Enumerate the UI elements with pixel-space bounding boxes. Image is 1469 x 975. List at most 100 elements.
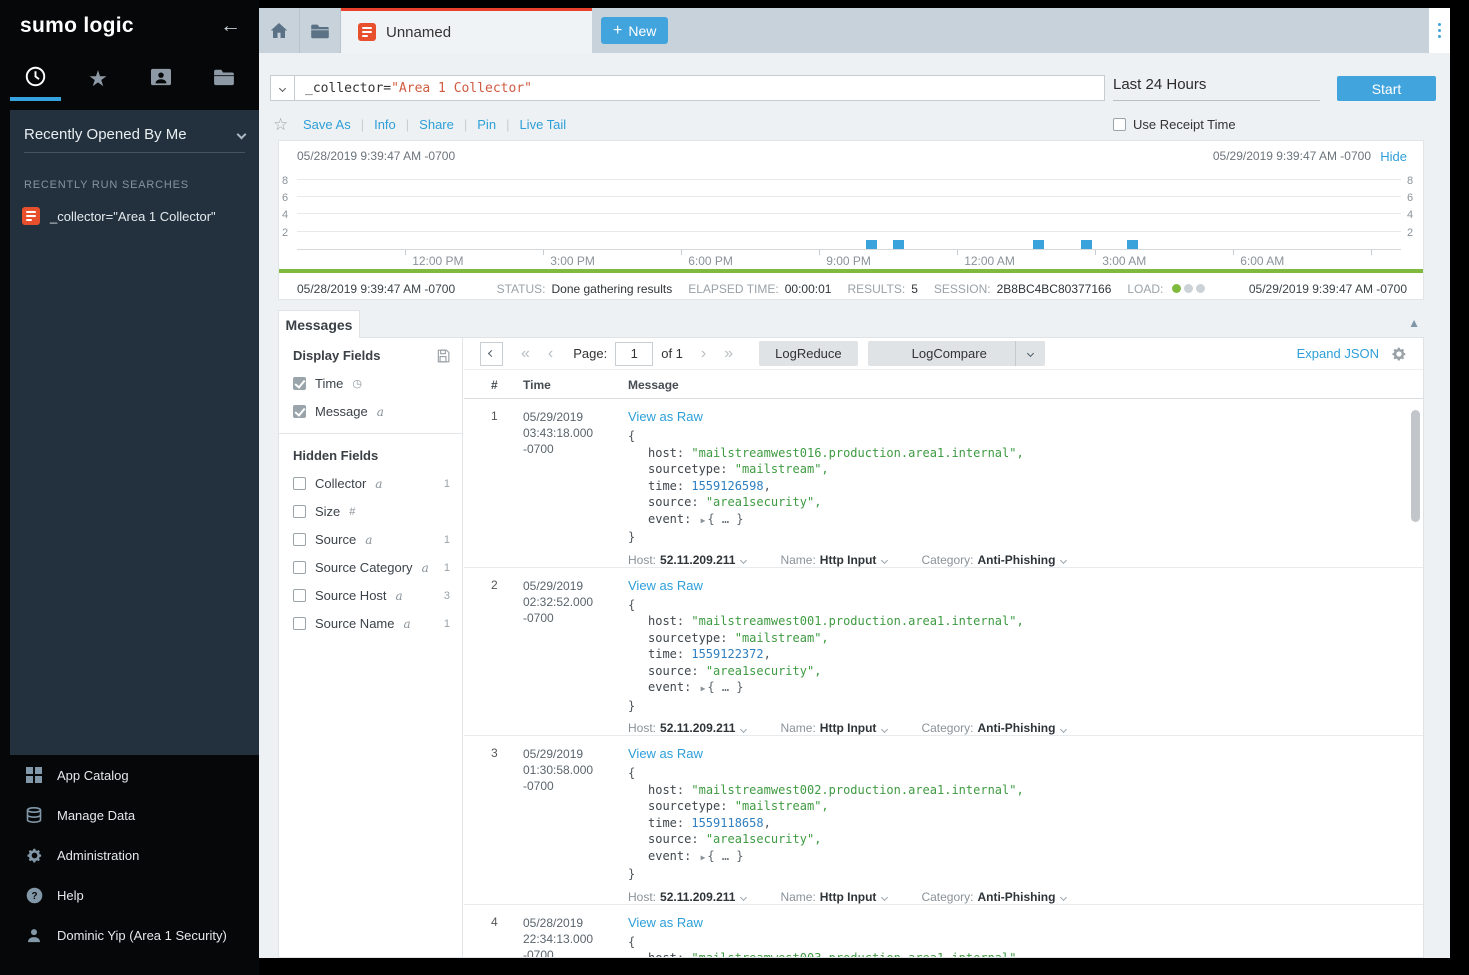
histogram-bar[interactable] [1033,240,1044,249]
last-page-button[interactable]: » [724,345,733,363]
row-number: 3 [491,746,498,760]
field-size[interactable]: Size # [293,504,450,519]
field-source[interactable]: Source a 1 [293,532,450,547]
checked-checkbox[interactable] [293,377,306,390]
sidebar-collapse-arrow-icon[interactable]: ← [220,14,241,38]
unchecked-checkbox[interactable] [293,561,306,574]
histogram-bar[interactable] [893,240,904,249]
page-label: Page: [573,346,607,361]
view-as-raw-link[interactable]: View as Raw [628,915,703,930]
histogram-bar[interactable] [1081,240,1092,249]
histogram-bar[interactable] [866,240,877,249]
search-query-input[interactable]: _collector="Area 1 Collector" [294,75,1105,101]
category-dropdown-icon[interactable] [1060,894,1067,901]
sidebar-item-help[interactable]: ? Help [0,875,259,915]
table-header: # Time Message [464,370,1423,399]
tab-unnamed[interactable]: Unnamed [341,8,592,53]
tab-messages[interactable]: Messages [278,310,360,338]
collapse-panel-icon[interactable]: ▲ [1408,316,1420,330]
field-collector[interactable]: Collector a 1 [293,476,450,491]
host-dropdown-icon[interactable] [740,557,747,564]
unchecked-checkbox[interactable] [293,533,306,546]
sidebar-item-app-catalog[interactable]: App Catalog [0,755,259,795]
logreduce-button[interactable]: LogReduce [759,341,858,366]
scrollbar[interactable] [1411,406,1420,953]
main-content: Unnamed + New _collector="Area 1 Collect… [259,8,1450,958]
logcompare-button[interactable]: LogCompare [868,341,1045,366]
new-tab-button[interactable]: + New [601,17,668,44]
favorites-star-icon[interactable]: ★ [85,66,111,92]
category-dropdown-icon[interactable] [1060,557,1067,564]
field-time[interactable]: Time ◷ [293,376,450,391]
chevron-down-icon[interactable] [237,130,247,140]
expand-event-icon[interactable]: ▶ [701,684,706,693]
field-label: Collector [315,476,366,491]
sidebar-item-label: App Catalog [57,768,129,783]
favorite-star-icon[interactable]: ☆ [273,115,288,135]
unchecked-checkbox[interactable] [293,477,306,490]
query-history-dropdown[interactable] [270,75,295,101]
view-as-raw-link[interactable]: View as Raw [628,409,703,424]
logcompare-label: LogCompare [884,346,1015,361]
save-as-link[interactable]: Save As [303,117,351,132]
view-as-raw-link[interactable]: View as Raw [628,578,703,593]
recent-clock-icon[interactable] [22,66,48,92]
name-dropdown-icon[interactable] [881,894,888,901]
save-fields-icon[interactable] [436,349,450,363]
pin-link[interactable]: Pin [477,117,496,132]
expand-event-icon[interactable]: ▶ [701,516,706,525]
field-count: 3 [444,590,450,602]
category-dropdown-icon[interactable] [1060,725,1067,732]
view-as-raw-link[interactable]: View as Raw [628,746,703,761]
field-source-name[interactable]: Source Name a 1 [293,616,450,631]
info-link[interactable]: Info [374,117,396,132]
library-button[interactable] [300,8,341,53]
query-prefix: _collector= [305,81,391,96]
kebab-menu-icon[interactable] [1438,23,1441,26]
sidebar-item-administration[interactable]: Administration [0,835,259,875]
sidebar-item-manage-data[interactable]: Manage Data [0,795,259,835]
sidebar-item-user[interactable]: Dominic Yip (Area 1 Security) [0,915,259,955]
checked-checkbox[interactable] [293,405,306,418]
live-tail-link[interactable]: Live Tail [519,117,566,132]
collapse-fields-button[interactable] [480,342,503,366]
logcompare-dropdown[interactable] [1015,341,1045,366]
first-page-button[interactable]: « [521,345,530,363]
scrollbar-thumb[interactable] [1411,410,1420,522]
next-page-button[interactable]: › [701,345,706,363]
histogram-bar[interactable] [1127,240,1138,249]
expand-json-link[interactable]: Expand JSON [1297,346,1379,361]
timeline-plot[interactable] [297,172,1401,250]
use-receipt-checkbox[interactable] [1113,118,1126,131]
field-source-category[interactable]: Source Category a 1 [293,560,450,575]
row-time: 05/29/201902:32:52.000 -0700 [523,578,621,626]
use-receipt-time-row[interactable]: Use Receipt Time [1113,117,1236,132]
recent-search-item[interactable]: _collector="Area 1 Collector" [22,207,247,225]
unchecked-checkbox[interactable] [293,617,306,630]
new-tab-label: New [628,23,656,39]
host-dropdown-icon[interactable] [740,725,747,732]
recent-panel-title-row[interactable]: Recently Opened By Me [24,126,245,153]
host-dropdown-icon[interactable] [740,894,747,901]
page-number-input[interactable] [615,342,653,366]
share-link[interactable]: Share [419,117,454,132]
gear-icon [25,847,43,864]
name-dropdown-icon[interactable] [881,557,888,564]
prev-page-button[interactable]: ‹ [548,345,553,363]
time-range-selector[interactable]: Last 24 Hours [1113,76,1320,101]
name-dropdown-icon[interactable] [881,725,888,732]
sidebar-item-label: Manage Data [57,808,135,823]
settings-gear-icon[interactable] [1391,346,1407,362]
field-message[interactable]: Message a [293,404,450,419]
unchecked-checkbox[interactable] [293,505,306,518]
text-type-icon: a [365,533,372,547]
personal-folder-icon[interactable] [148,67,174,92]
library-folder-icon[interactable] [211,68,237,91]
row-time: 05/29/201903:43:18.000 -0700 [523,409,621,457]
expand-event-icon[interactable]: ▶ [701,853,706,862]
unchecked-checkbox[interactable] [293,589,306,602]
home-button[interactable] [259,8,300,53]
hide-timeline-link[interactable]: Hide [1380,149,1407,164]
start-button[interactable]: Start [1337,76,1436,101]
field-source-host[interactable]: Source Host a 3 [293,588,450,603]
